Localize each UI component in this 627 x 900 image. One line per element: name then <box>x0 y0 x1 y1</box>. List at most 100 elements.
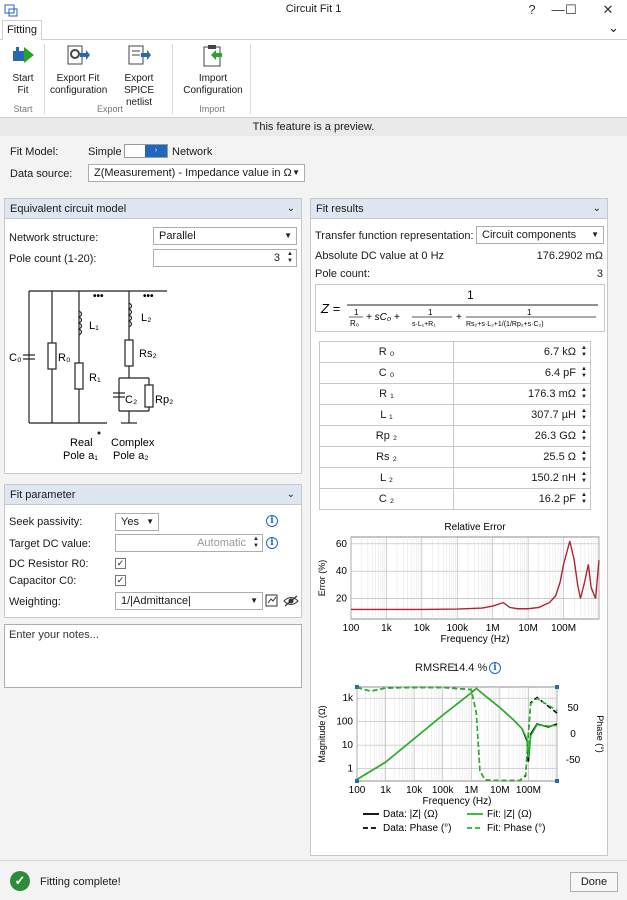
y-axis-label: Magnitude (Ω) <box>317 705 327 762</box>
import-config-button[interactable]: Import Configuration <box>180 43 246 97</box>
spinner-arrows-icon[interactable]: ▲ ▼ <box>581 492 587 506</box>
fit-model-toggle[interactable]: › <box>124 144 168 158</box>
fit-results-panel: Fit results ⌄ Transfer function represen… <box>310 198 608 856</box>
info-icon[interactable]: i <box>266 537 278 549</box>
y-axis-label: Error (%) <box>317 560 327 597</box>
weighting-label: Weighting: <box>9 596 61 608</box>
chevron-down-icon: ▼ <box>146 517 154 526</box>
notes-textarea[interactable]: Enter your notes... <box>4 624 302 688</box>
spinner-arrows-icon[interactable]: ▲ ▼ <box>253 536 259 550</box>
y-tick-label: 60 <box>336 539 348 550</box>
info-icon[interactable]: i <box>266 515 278 527</box>
collapse-chevron-icon[interactable]: ⌄ <box>287 199 295 219</box>
visibility-off-icon[interactable] <box>283 594 299 608</box>
y2-tick-label: -50 <box>566 755 581 766</box>
maximize-button[interactable]: ☐ <box>556 0 586 20</box>
formula-z: Z = <box>320 301 341 316</box>
y-tick-label: 10 <box>342 740 354 751</box>
collapse-chevron-icon[interactable]: ⌄ <box>593 199 601 219</box>
fit-results-header[interactable]: Fit results ⌄ <box>311 199 607 219</box>
ribbon-collapse-icon[interactable]: ⌄ <box>608 20 619 36</box>
info-icon[interactable]: i <box>489 662 501 674</box>
rmsre-label: RMSRE: <box>415 662 458 674</box>
target-dc-input[interactable]: Automatic ▲ ▼ <box>115 534 263 552</box>
x-tick-label: 1k <box>381 623 393 634</box>
spinner-arrows-icon[interactable]: ▲ ▼ <box>581 471 587 485</box>
collapse-chevron-icon[interactable]: ⌄ <box>287 485 295 505</box>
ribbon-tab-row: Fitting ⌄ <box>0 20 627 41</box>
impedance-chart: 100 1k 10k 100k 1M 10M 100M 1 10 100 1k 50 0 -50 Frequ… <box>317 685 605 834</box>
spinner-arrows-icon[interactable]: ▲ ▼ <box>581 387 587 401</box>
tf-repr-label: Transfer function representation: <box>315 230 474 242</box>
spinner-arrows-icon[interactable]: ▲ ▼ <box>581 450 587 464</box>
capacitor-c0-checkbox[interactable]: ✓ <box>115 575 126 586</box>
component-value: 6.7 kΩ <box>543 346 576 358</box>
network-structure-dropdown[interactable]: Parallel ▼ <box>153 227 297 245</box>
success-check-icon: ✓ <box>10 871 30 891</box>
formula-t3-num: 1 <box>428 308 433 317</box>
tab-fitting[interactable]: Fitting <box>2 20 42 41</box>
weighting-chart-icon[interactable] <box>265 594 279 608</box>
c0-label: C₀ <box>9 352 22 364</box>
pole-count-spinner[interactable]: 3 ▲ ▼ <box>153 249 297 267</box>
export-spice-icon <box>128 45 151 65</box>
export-fit-config-button[interactable]: Export Fit configuration <box>50 43 107 97</box>
component-value-spinner[interactable]: 6.4 pF ▲ ▼ <box>453 362 591 384</box>
export-spice-button[interactable]: Export SPICE netlist <box>110 43 168 109</box>
component-value-spinner[interactable]: 150.2 nH ▲ ▼ <box>453 467 591 489</box>
toggle-knob: › <box>145 145 167 157</box>
fit-parameter-title: Fit parameter <box>10 489 76 501</box>
component-value-spinner[interactable]: 16.2 pF ▲ ▼ <box>453 488 591 510</box>
preview-banner: This feature is a preview. <box>0 118 627 136</box>
table-row: Rp ₂ 26.3 GΩ ▲ ▼ <box>319 425 591 447</box>
y2-tick-label: 50 <box>567 703 579 714</box>
data-source-dropdown[interactable]: Z(Measurement) - Impedance value in Ω ▼ <box>88 164 305 182</box>
x-tick-label: 10k <box>414 623 431 634</box>
seek-passivity-dropdown[interactable]: Yes ▼ <box>115 513 159 531</box>
equivalent-circuit-header[interactable]: Equivalent circuit model ⌄ <box>5 199 301 219</box>
spinner-arrows-icon[interactable]: ▲ ▼ <box>581 366 587 380</box>
status-bar: ✓ Fitting complete! Done <box>0 860 627 900</box>
title-bar: Circuit Fit 1 ? — ☐ ✕ <box>0 0 627 20</box>
circuit-schematic: C₀ R₀ L₁ R₁ L₂ Rs₂ C₂ Rp₂ ••• ••• Real P… <box>9 290 173 462</box>
fit-parameter-header[interactable]: Fit parameter ⌄ <box>5 485 301 505</box>
formula-t4-num: 1 <box>527 308 532 317</box>
start-fit-icon <box>13 47 34 63</box>
spinner-arrows-icon[interactable]: ▲ ▼ <box>581 345 587 359</box>
dc-resistor-label: DC Resistor R0: <box>9 558 89 570</box>
network-structure-label: Network structure: <box>9 232 99 244</box>
spinner-arrows-icon[interactable]: ▲ ▼ <box>287 251 293 265</box>
component-value-spinner[interactable]: 6.7 kΩ ▲ ▼ <box>453 341 591 363</box>
component-value: 6.4 pF <box>544 367 576 379</box>
table-row: R ₁ 176.3 mΩ ▲ ▼ <box>319 383 591 405</box>
component-value-spinner[interactable]: 26.3 GΩ ▲ ▼ <box>453 425 591 447</box>
component-value-spinner[interactable]: 176.3 mΩ ▲ ▼ <box>453 383 591 405</box>
y-tick-label: 1k <box>342 693 354 704</box>
x-tick-label: 10M <box>518 623 537 634</box>
l1-label: L₁ <box>89 320 99 332</box>
close-button[interactable]: ✕ <box>593 0 623 20</box>
y2-axis-label: Phase (°) <box>595 715 605 753</box>
component-value-spinner[interactable]: 307.7 µH ▲ ▼ <box>453 404 591 426</box>
rs2-label: Rs₂ <box>139 348 157 360</box>
component-name: R ₁ <box>319 383 454 405</box>
weighting-dropdown[interactable]: 1/|Admittance| ▼ <box>115 592 263 610</box>
spinner-arrows-icon[interactable]: ▲ ▼ <box>581 408 587 422</box>
done-button[interactable]: Done <box>570 872 618 892</box>
component-name: R ₀ <box>319 341 454 363</box>
spinner-arrows-icon[interactable]: ▲ ▼ <box>581 429 587 443</box>
formula-t4-den: Rs₂+s·L₂+1/(1/Rp₂+s·C₂) <box>466 321 544 328</box>
component-value: 176.3 mΩ <box>528 388 576 400</box>
chevron-down-icon: ▼ <box>292 168 300 177</box>
transfer-function-formula: Z = 1 1 R₀ + sC₀ + 1 s·L₁+R₁ + 1 Rs₂+s·L… <box>315 284 605 332</box>
formula-graphic: Z = 1 1 R₀ + sC₀ + 1 s·L₁+R₁ + 1 Rs₂+s·L… <box>320 288 598 328</box>
pole-count-label: Pole count (1-20): <box>9 253 97 265</box>
start-fit-label: Start Fit <box>12 73 34 96</box>
start-fit-button[interactable]: Start Fit <box>4 43 42 97</box>
component-value-spinner[interactable]: 25.5 Ω ▲ ▼ <box>453 446 591 468</box>
rp2-label: Rp₂ <box>155 394 173 406</box>
tf-repr-dropdown[interactable]: Circuit components ▼ <box>476 226 604 244</box>
x-tick-label: 100M <box>551 623 576 634</box>
dc-resistor-checkbox[interactable]: ✓ <box>115 558 126 569</box>
x-tick-label: 100M <box>516 785 541 796</box>
